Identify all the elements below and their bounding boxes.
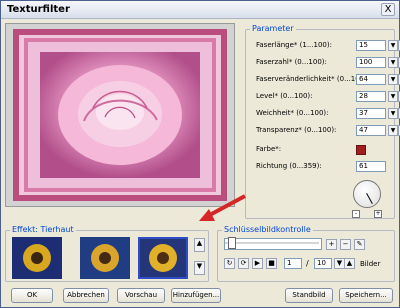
add-keyframe-button[interactable]: +	[326, 239, 337, 250]
weichheit-input[interactable]: 37	[356, 108, 386, 119]
keyframe-slider[interactable]	[224, 238, 322, 250]
effect-group: Effekt: Tierhaut ▲ ▼	[5, 225, 209, 282]
frame-separator: /	[306, 259, 309, 268]
transparenz-input[interactable]: 47	[356, 125, 386, 136]
red-arrow-pointer	[199, 194, 246, 221]
total-frames-up-button[interactable]: ▲	[344, 258, 355, 269]
direction-plus-button[interactable]: +	[374, 210, 382, 218]
direction-minus-button[interactable]: -	[352, 210, 360, 218]
current-frame-input[interactable]: 1	[284, 258, 302, 269]
title-bar: Texturfilter X	[1, 1, 399, 19]
default-image-button[interactable]: Standbild	[285, 288, 333, 303]
faserveraenderlichkeit-down-button[interactable]: ▼	[388, 74, 398, 85]
keyframe-group-label: Schlüsselbildkontrolle	[222, 225, 313, 234]
keyframe-group: Schlüsselbildkontrolle + − ✎ ↻ ⟳ ▶ ■ 1 /…	[217, 225, 395, 282]
weichheit-down-button[interactable]: ▼	[388, 108, 398, 119]
level-down-button[interactable]: ▼	[388, 91, 398, 102]
faserveraenderlichkeit-input[interactable]: 64	[356, 74, 386, 85]
thumbnail-scroll-up-button[interactable]: ▲	[194, 238, 205, 252]
faserlaenge-label: Faserlänge* (1...100):	[256, 41, 332, 49]
ok-button[interactable]: OK	[11, 288, 53, 303]
save-button[interactable]: Speichern...	[339, 288, 393, 303]
level-input[interactable]: 28	[356, 91, 386, 102]
window-title: Texturfilter	[7, 4, 70, 15]
effect-thumbnail-3[interactable]	[138, 237, 188, 279]
preview-button[interactable]: Vorschau	[117, 288, 165, 303]
farbe-label: Farbe*:	[256, 145, 282, 153]
faserzahl-down-button[interactable]: ▼	[388, 57, 398, 68]
direction-dial-needle	[366, 193, 373, 204]
play-icon[interactable]: ▶	[252, 258, 263, 269]
parameters-group-label: Parameter	[250, 24, 296, 33]
close-button[interactable]: X	[381, 3, 395, 16]
transparenz-down-button[interactable]: ▼	[388, 125, 398, 136]
faserlaenge-down-button[interactable]: ▼	[388, 40, 398, 51]
weichheit-label: Weichheit* (0...100):	[256, 109, 329, 117]
total-frames-input[interactable]: 10	[314, 258, 332, 269]
faserlaenge-input[interactable]: 15	[356, 40, 386, 51]
preview-pane	[5, 23, 235, 207]
level-label: Level* (0...100):	[256, 92, 313, 100]
cancel-button[interactable]: Abbrechen	[63, 288, 109, 303]
farbe-swatch[interactable]	[356, 145, 366, 155]
texturfilter-window: Texturfilter X Parameter Faserlänge* (1.…	[0, 0, 400, 308]
parameters-group: Parameter Faserlänge* (1...100): 15 ▼ ▲ …	[245, 24, 400, 219]
remove-keyframe-button[interactable]: −	[340, 239, 351, 250]
keyframe-tool-icon[interactable]: ✎	[354, 239, 365, 250]
replay-icon[interactable]: ⟳	[238, 258, 249, 269]
preview-rose-image	[6, 24, 234, 206]
add-button[interactable]: Hinzufügen...	[171, 288, 221, 303]
effect-thumbnail-1[interactable]	[12, 237, 62, 279]
thumbnail-scroll-down-button[interactable]: ▼	[194, 261, 205, 275]
faserzahl-input[interactable]: 100	[356, 57, 386, 68]
frames-unit-label: Bilder	[360, 260, 381, 268]
transparenz-label: Transparenz* (0...100):	[256, 126, 337, 134]
richtung-label: Richtung (0...359):	[256, 162, 322, 170]
richtung-input[interactable]: 61	[356, 161, 386, 172]
faserveraenderlichkeit-label: Faserveränderlichkeit* (0...100):	[256, 75, 370, 83]
keyframe-slider-track	[225, 242, 319, 244]
faserzahl-label: Faserzahl* (0...100):	[256, 58, 327, 66]
keyframe-slider-handle[interactable]	[228, 237, 236, 249]
stop-icon[interactable]: ■	[266, 258, 277, 269]
effect-thumbnail-2[interactable]	[80, 237, 130, 279]
effect-group-label: Effekt: Tierhaut	[10, 225, 76, 234]
direction-dial[interactable]	[353, 180, 381, 208]
loop-icon[interactable]: ↻	[224, 258, 235, 269]
